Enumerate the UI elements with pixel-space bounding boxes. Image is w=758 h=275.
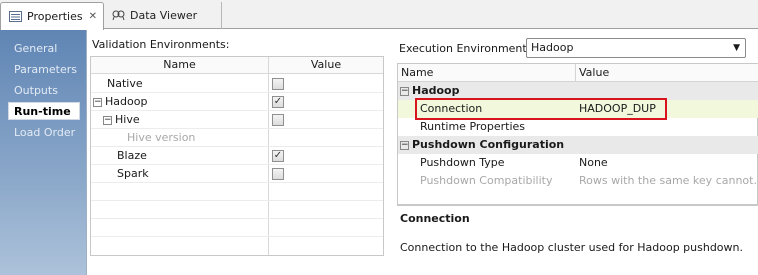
column-header-value[interactable]: Value <box>269 57 383 74</box>
validation-row-spark[interactable]: Spark <box>91 165 383 183</box>
group-row-pushdown-configuration[interactable]: − Pushdown Configuration <box>398 136 758 154</box>
validation-row-hive[interactable]: − Hive <box>91 111 383 129</box>
column-divider <box>575 64 576 82</box>
row-label: Spark <box>117 167 149 180</box>
hive-checkbox[interactable] <box>272 114 284 126</box>
row-label: Hadoop <box>105 95 148 108</box>
collapse-icon[interactable]: − <box>103 116 112 125</box>
sidebar-item-general[interactable]: General <box>6 40 82 58</box>
property-row-runtime-properties[interactable]: Runtime Properties <box>398 118 758 136</box>
hadoop-checkbox[interactable]: ✓ <box>272 96 284 108</box>
validation-row-hive-version: Hive version <box>91 129 383 147</box>
execution-environment-select[interactable]: Hadoop ▼ <box>526 38 746 58</box>
validation-row-native[interactable]: Native <box>91 75 383 93</box>
empty-row <box>91 219 383 237</box>
tab-data-viewer[interactable]: Data Viewer <box>104 2 222 29</box>
execution-environment-value: Hadoop <box>531 41 574 54</box>
column-header-name[interactable]: Name <box>91 57 268 74</box>
property-name: Runtime Properties <box>420 120 526 133</box>
row-label: Hive <box>115 113 140 126</box>
sidebar-item-outputs[interactable]: Outputs <box>6 82 82 100</box>
validation-table-header: Name Value <box>91 57 383 74</box>
sidebar-item-load-order[interactable]: Load Order <box>6 124 82 142</box>
validation-environments-table: Name Value Native − Hadoop ✓ − Hive Hive v… <box>90 56 384 256</box>
properties-sidebar: General Parameters Outputs Run-time Load… <box>0 29 87 275</box>
dropdown-arrow-icon[interactable]: ▼ <box>733 39 740 57</box>
close-icon[interactable]: ✕ <box>89 11 97 22</box>
property-value-pushdown-compatibility: Rows with the same key cannot... <box>579 174 757 187</box>
blaze-checkbox[interactable]: ✓ <box>272 150 284 162</box>
sidebar-item-parameters[interactable]: Parameters <box>6 61 82 79</box>
property-name: Pushdown Compatibility <box>420 174 553 187</box>
spark-checkbox[interactable] <box>272 168 284 180</box>
execution-environment-label: Execution Environment: <box>399 42 531 55</box>
sidebar-item-run-time[interactable]: Run-time <box>8 102 80 120</box>
row-label: Hive version <box>127 131 196 144</box>
run-time-properties-table: Name Value − Hadoop Connection HADOOP_DUP… <box>397 63 758 205</box>
collapse-icon[interactable]: − <box>400 87 409 96</box>
tab-properties-label: Properties <box>27 10 83 23</box>
validation-environments-label: Validation Environments: <box>92 38 230 51</box>
empty-row <box>91 201 383 219</box>
tab-data-viewer-label: Data Viewer <box>130 9 198 22</box>
empty-row <box>91 183 383 201</box>
column-header-name[interactable]: Name <box>401 66 433 79</box>
validation-row-blaze[interactable]: Blaze ✓ <box>91 147 383 165</box>
collapse-icon[interactable]: − <box>93 98 102 107</box>
property-description-pane: Connection Connection to the Hadoop clus… <box>397 205 758 275</box>
properties-icon <box>9 11 22 22</box>
description-text: Connection to the Hadoop cluster used fo… <box>400 241 744 254</box>
editor-tab-bar: Properties ✕ Data Viewer <box>0 0 758 30</box>
native-checkbox[interactable] <box>272 78 284 90</box>
properties-table-header: Name Value <box>398 64 758 82</box>
data-viewer-icon <box>112 10 125 21</box>
group-label: Pushdown Configuration <box>412 138 565 151</box>
row-label: Native <box>107 77 143 90</box>
collapse-icon[interactable]: − <box>400 141 409 150</box>
tab-properties[interactable]: Properties ✕ <box>0 2 104 30</box>
validation-row-hadoop[interactable]: − Hadoop ✓ <box>91 93 383 111</box>
row-label: Blaze <box>117 149 147 162</box>
property-row-pushdown-type[interactable]: Pushdown Type None <box>398 154 758 172</box>
column-header-value[interactable]: Value <box>579 66 609 79</box>
property-name: Pushdown Type <box>420 156 505 169</box>
property-value-pushdown-type[interactable]: None <box>579 156 608 169</box>
connection-highlight-annotation <box>415 98 667 120</box>
description-title: Connection <box>400 212 470 225</box>
group-label: Hadoop <box>412 84 460 97</box>
property-row-pushdown-compatibility: Pushdown Compatibility Rows with the sam… <box>398 172 758 190</box>
